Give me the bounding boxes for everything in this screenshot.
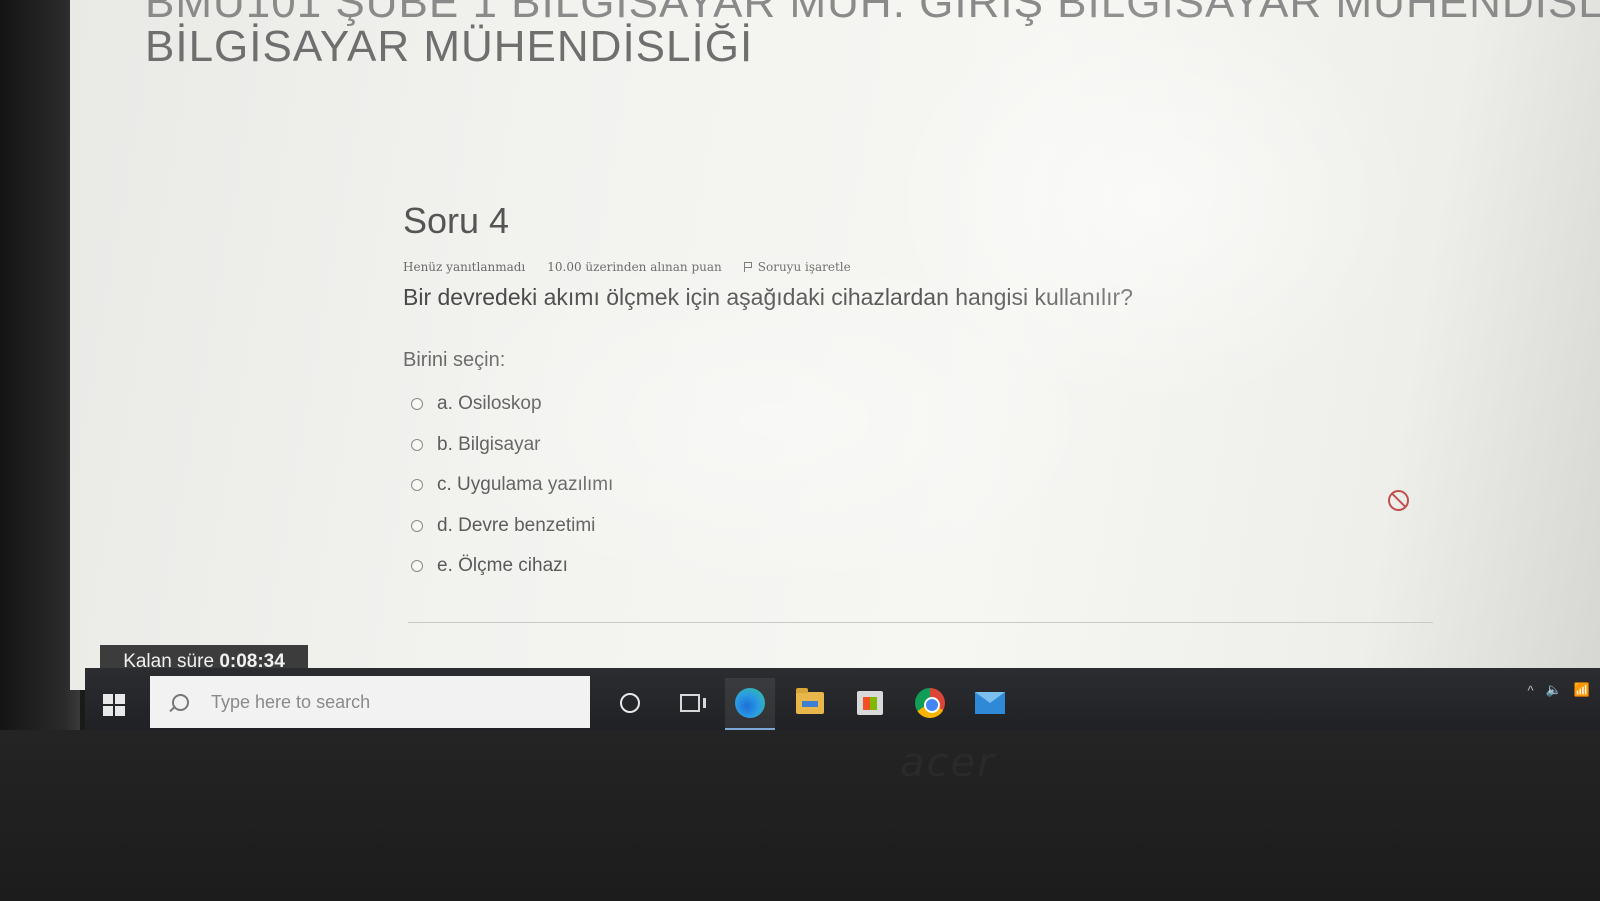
answer-option-b[interactable]: b. Bilgisayar (403, 425, 1503, 466)
chevron-up-icon[interactable]: ^ (1528, 683, 1534, 698)
taskbar-search-input[interactable] (209, 690, 573, 714)
answer-option-label: d. Devre benzetimi (437, 514, 596, 536)
answer-option-e[interactable]: e. Ölçme cihazı (403, 546, 1503, 587)
radio-button[interactable] (411, 519, 423, 532)
radio-button[interactable] (411, 479, 423, 492)
windows-taskbar: ^ 🔈 📶 (85, 668, 1600, 731)
question-meta: Henüz yanıtlanmadı 10.00 üzerinden alına… (403, 260, 1503, 274)
task-view-icon[interactable] (665, 678, 715, 728)
flag-icon (743, 262, 752, 272)
radio-button[interactable] (411, 398, 423, 411)
answer-option-label: a. Osiloskop (437, 393, 542, 415)
question-status: Henüz yanıtlanmadı (403, 260, 526, 274)
clear-choice-icon[interactable] (1388, 490, 1409, 511)
radio-button[interactable] (411, 560, 423, 573)
edge-browser-icon[interactable] (725, 678, 775, 731)
chrome-icon[interactable] (905, 678, 955, 728)
volume-icon[interactable]: 🔈 (1546, 682, 1562, 698)
radio-button[interactable] (411, 438, 423, 451)
question-text: Bir devredeki akımı ölçmek için aşağıdak… (403, 284, 1133, 310)
mail-icon[interactable] (965, 678, 1015, 728)
answer-option-label: c. Uygulama yazılımı (437, 474, 614, 496)
microsoft-store-icon[interactable] (845, 678, 895, 728)
network-icon[interactable]: 📶 (1574, 682, 1590, 698)
cortana-icon[interactable] (605, 678, 655, 728)
flag-question-link[interactable]: Soruyu işaretle (743, 260, 851, 274)
question-divider (408, 622, 1433, 623)
answer-option-label: e. Ölçme cihazı (437, 555, 568, 577)
laptop-bezel-bottom (0, 730, 1600, 901)
brand-logo: acer (900, 740, 996, 786)
course-subtitle: BİLGİSAYAR MÜHENDİSLİĞİ (145, 22, 754, 71)
answer-option-label: b. Bilgisayar (437, 433, 541, 455)
file-explorer-icon[interactable] (785, 678, 835, 728)
answer-option-d[interactable]: d. Devre benzetimi (403, 506, 1503, 547)
choose-one-label: Birini seçin: (403, 349, 506, 371)
question-panel: Soru 4 Henüz yanıtlanmadı 10.00 üzerinde… (403, 200, 1503, 587)
windows-start-icon[interactable] (103, 694, 125, 716)
answer-option-c[interactable]: c. Uygulama yazılımı (403, 465, 1503, 506)
taskbar-search-box[interactable] (150, 676, 590, 728)
search-icon (172, 693, 189, 711)
question-number: Soru 4 (403, 200, 510, 241)
browser-viewport: BMÜ101 ŞUBE 1 BİLGİSAYAR MÜH. GİRİŞ BİLG… (70, 0, 1600, 690)
answer-options: a. Osiloskop b. Bilgisayar c. Uygulama y… (403, 384, 1503, 587)
flag-question-label: Soruyu işaretle (757, 260, 851, 274)
system-tray: ^ 🔈 📶 (1528, 682, 1590, 698)
question-points: 10.00 üzerinden alınan puan (547, 260, 722, 274)
answer-option-a[interactable]: a. Osiloskop (403, 384, 1503, 425)
